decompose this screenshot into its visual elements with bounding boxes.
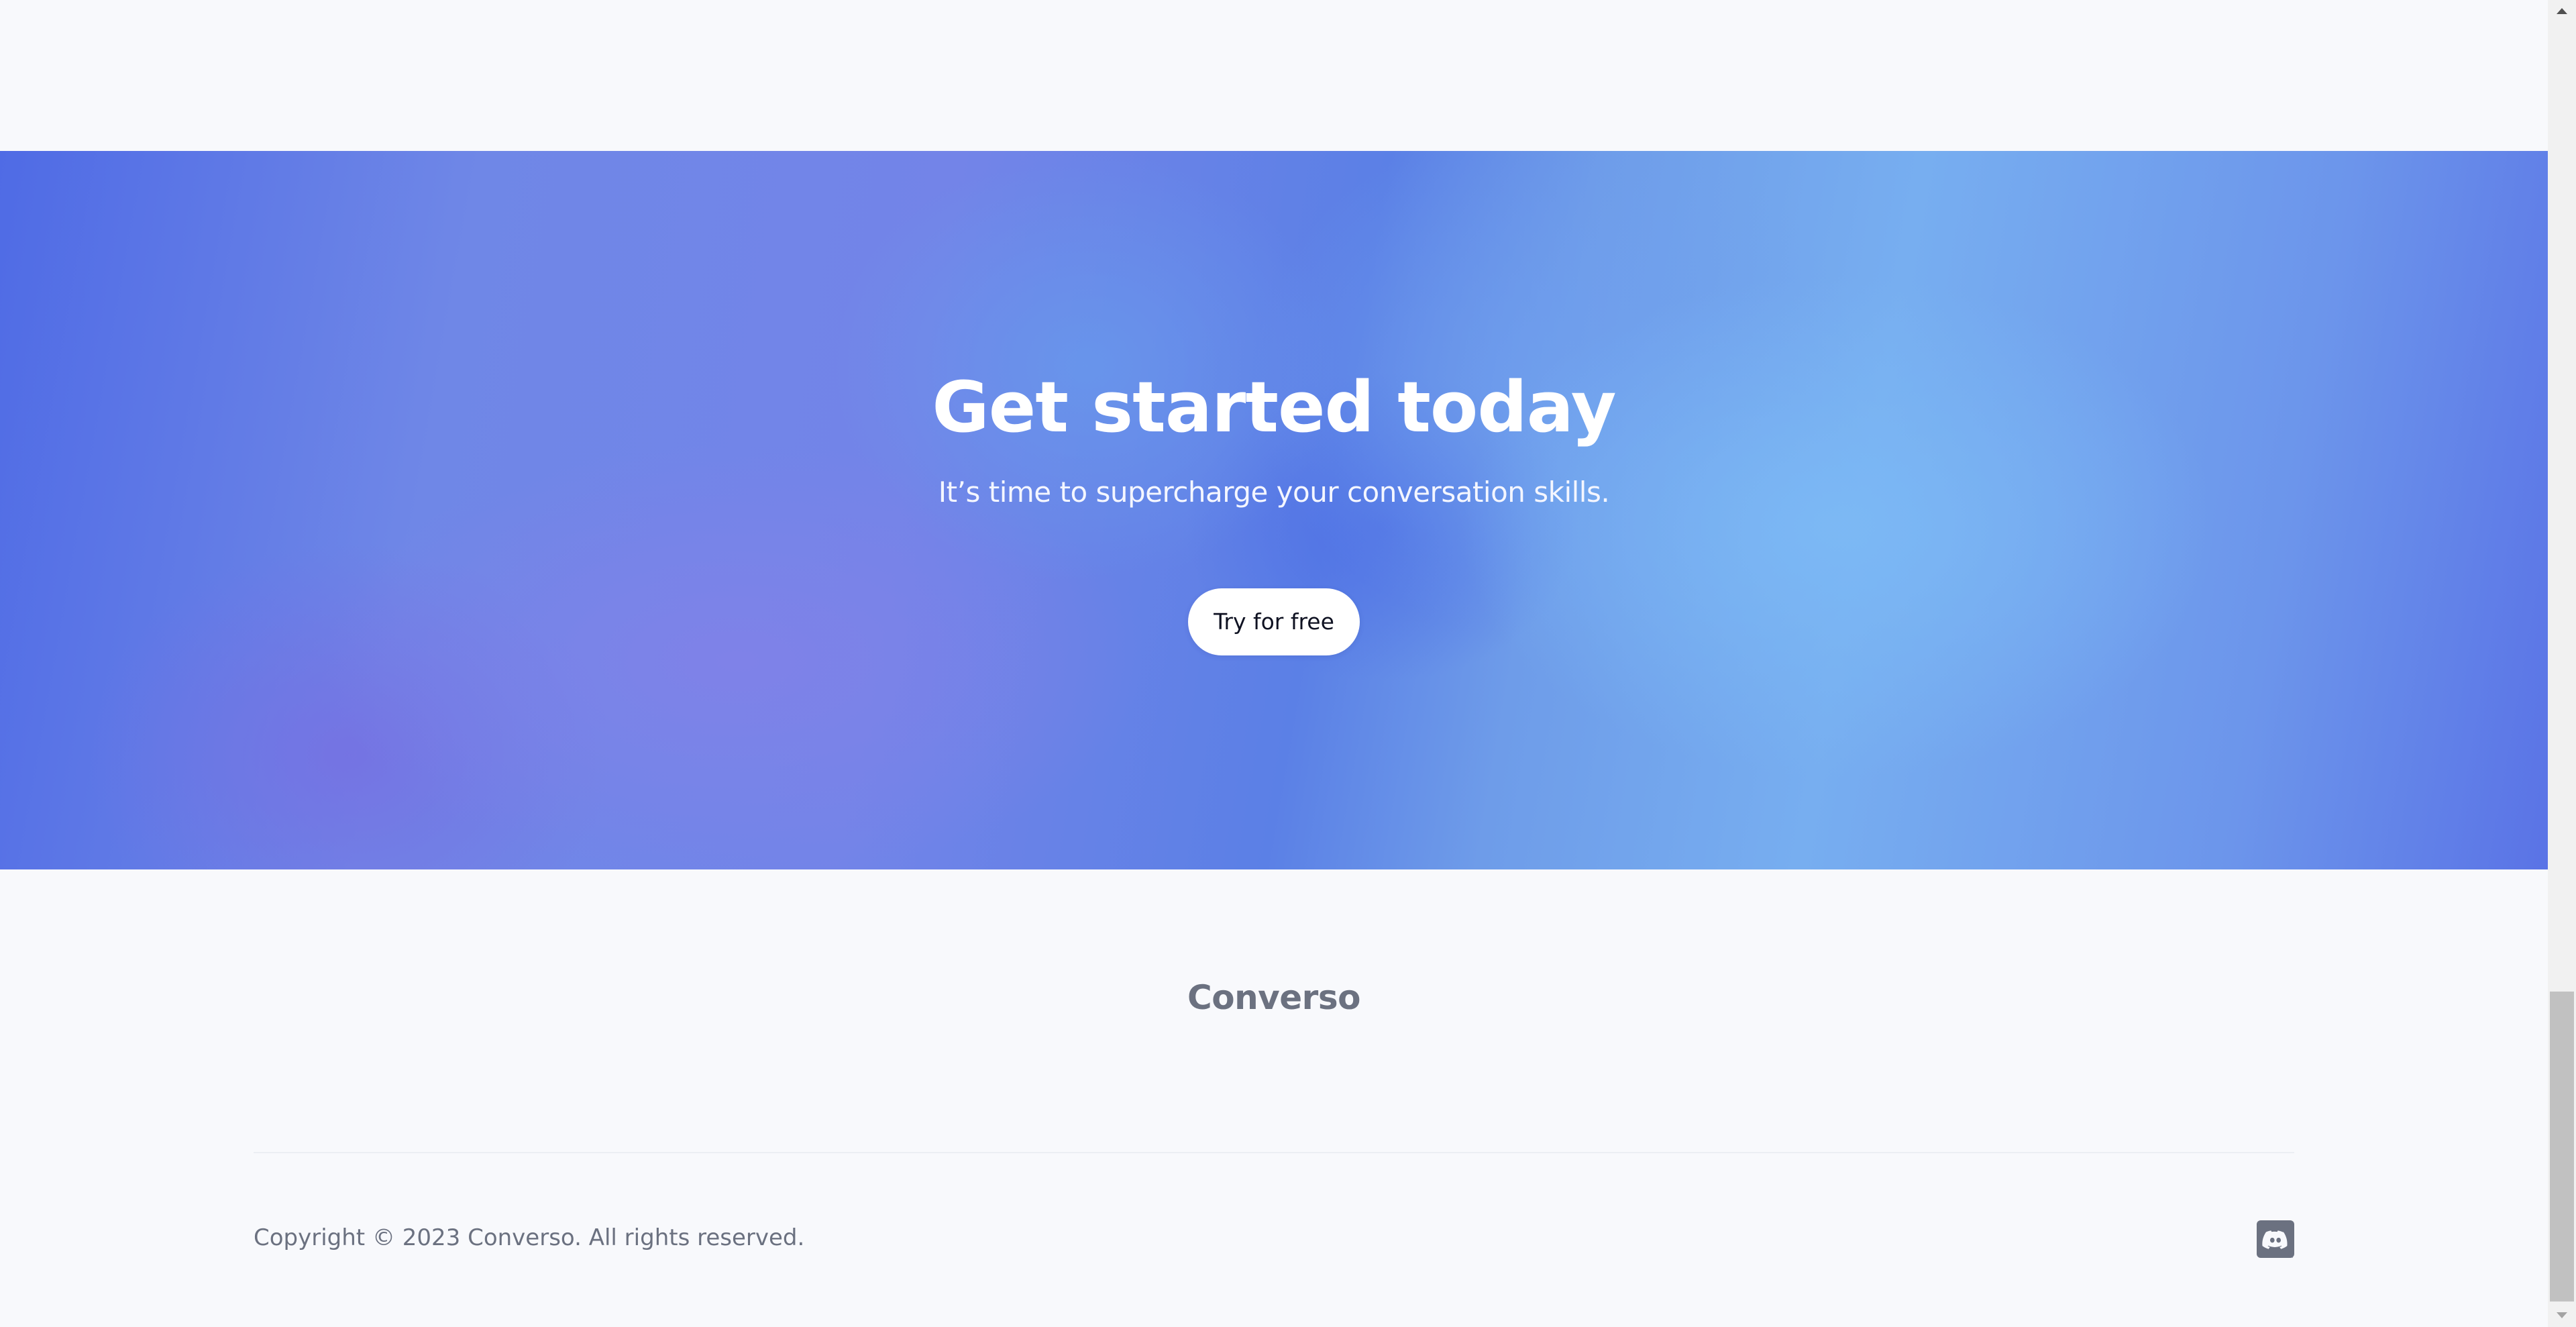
scroll-down-arrow-icon[interactable]: [2548, 1304, 2576, 1327]
footer-logo[interactable]: Converso: [0, 981, 2548, 1014]
copyright-text: Copyright © 2023 Converso. All rights re…: [254, 1224, 805, 1251]
discord-icon: [2257, 1220, 2294, 1258]
cta-heading: Get started today: [932, 366, 1616, 448]
vertical-scrollbar[interactable]: [2548, 0, 2576, 1327]
page: Get started today It’s time to superchar…: [0, 0, 2576, 1327]
scrollbar-thumb[interactable]: [2550, 992, 2574, 1302]
cta-subheading: It’s time to supercharge your conversati…: [938, 476, 1610, 509]
try-for-free-button[interactable]: Try for free: [1188, 588, 1360, 655]
cta-banner: Get started today It’s time to superchar…: [0, 151, 2548, 869]
footer-divider: [254, 1152, 2294, 1153]
page-content: Get started today It’s time to superchar…: [0, 0, 2548, 1327]
cta-banner-content: Get started today It’s time to superchar…: [0, 151, 2548, 869]
discord-link[interactable]: [2257, 1220, 2294, 1258]
scroll-up-arrow-icon[interactable]: [2548, 0, 2576, 23]
